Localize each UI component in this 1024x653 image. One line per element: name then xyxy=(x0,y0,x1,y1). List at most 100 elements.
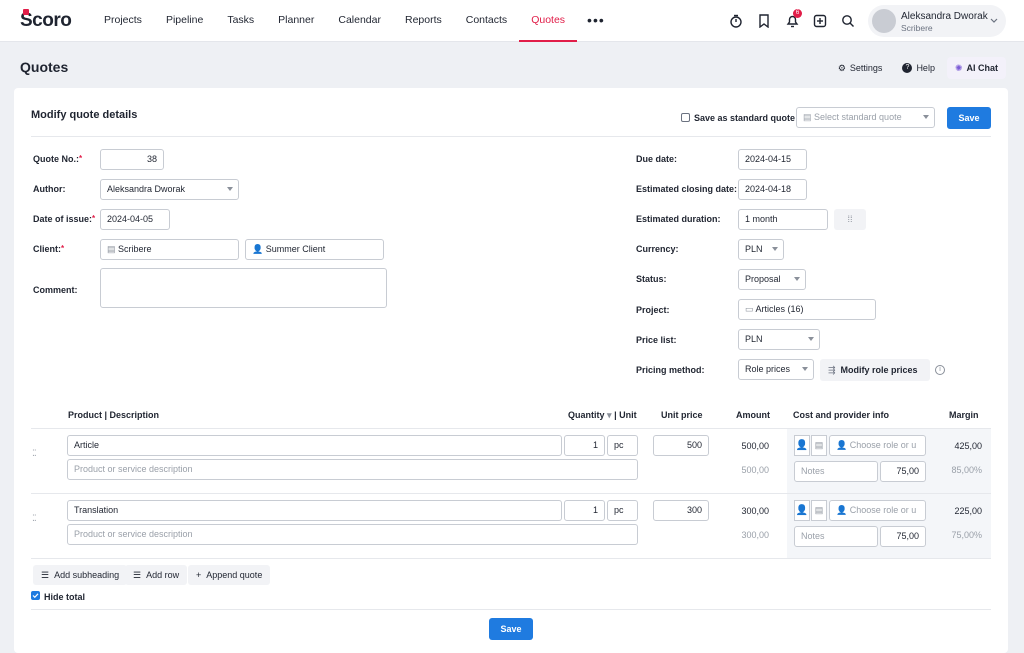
client-input[interactable]: ▤ Scribere xyxy=(100,239,239,260)
role-input[interactable]: 👤 Choose role or u xyxy=(829,435,926,456)
top-icons: 6 xyxy=(722,9,862,30)
top-bar: Scoro Projects Pipeline Tasks Planner Ca… xyxy=(0,0,1024,42)
bookmark-icon[interactable] xyxy=(750,12,778,30)
author-select[interactable]: Aleksandra Dworak xyxy=(100,179,239,200)
subheading-icon: ☰ xyxy=(41,569,50,580)
bell-icon[interactable]: 6 xyxy=(778,9,806,30)
nav-projects[interactable]: Projects xyxy=(92,0,154,42)
building-toggle-icon[interactable]: ▤ xyxy=(811,435,827,456)
row-divider xyxy=(31,493,991,494)
save-button-top[interactable]: Save xyxy=(947,107,991,129)
save-button-bottom[interactable]: Save xyxy=(489,618,533,640)
add-subheading-button[interactable]: ☰ Add subheading xyxy=(33,565,128,585)
notes-input[interactable]: Notes xyxy=(794,461,878,482)
plus-icon: + xyxy=(196,570,202,580)
currency-select[interactable]: PLN xyxy=(738,239,784,260)
ai-icon: ✺ xyxy=(954,62,963,73)
product-input[interactable]: Article xyxy=(67,435,562,456)
standard-quote-select[interactable]: ▤ Select standard quote xyxy=(796,107,935,128)
gear-icon: ⚙ xyxy=(837,62,846,73)
more-icon[interactable]: ••• xyxy=(577,0,615,42)
nav-contacts[interactable]: Contacts xyxy=(454,0,519,42)
margin-value: 425,00 xyxy=(954,441,982,451)
nav-reports[interactable]: Reports xyxy=(393,0,454,42)
margin-percent: 85,00% xyxy=(951,465,982,475)
closing-date-input[interactable]: 2024-04-18 xyxy=(738,179,807,200)
settings-label: Settings xyxy=(849,63,883,73)
add-icon[interactable] xyxy=(806,12,834,30)
modify-role-prices-button[interactable]: ⇶ Modify role prices xyxy=(820,359,930,381)
person-toggle-icon[interactable]: 👤 xyxy=(794,500,810,521)
divider xyxy=(31,136,991,137)
quantity-input[interactable]: 1 xyxy=(564,500,605,521)
scoro-logo[interactable]: Scoro xyxy=(20,9,72,32)
quote-form-card: Modify quote details Save as standard qu… xyxy=(14,88,1008,653)
duration-input[interactable]: 1 month xyxy=(738,209,828,230)
building-toggle-icon[interactable]: ▤ xyxy=(811,500,827,521)
save-as-standard-checkbox[interactable] xyxy=(681,113,690,122)
person-icon: 👤 xyxy=(252,244,264,254)
help-button[interactable]: ? Help xyxy=(894,57,943,79)
description-input[interactable]: Product or service description xyxy=(67,459,638,480)
due-date-input[interactable]: 2024-04-15 xyxy=(738,149,807,170)
sliders-icon: ⇶ xyxy=(828,364,836,375)
timer-icon[interactable] xyxy=(722,12,750,30)
status-select[interactable]: Proposal xyxy=(738,269,806,290)
user-menu[interactable]: Aleksandra Dworak Scribere xyxy=(868,5,1006,37)
comment-label: Comment: xyxy=(33,285,78,295)
notes-input[interactable]: Notes xyxy=(794,526,878,547)
cost-input[interactable]: 75,00 xyxy=(880,526,926,547)
add-row-button[interactable]: ☰ Add row xyxy=(125,565,188,585)
person-icon: 👤 xyxy=(836,505,848,515)
person-toggle-icon[interactable]: 👤 xyxy=(794,435,810,456)
help-icon: ? xyxy=(902,63,913,73)
rows-icon: ☰ xyxy=(133,569,142,580)
amount-secondary: 500,00 xyxy=(741,465,769,475)
quantity-header[interactable]: Quantity ▾ | Unit xyxy=(568,410,637,421)
price-list-select[interactable]: PLN xyxy=(738,329,820,350)
append-quote-button[interactable]: + Append quote xyxy=(188,565,271,585)
ai-chat-button[interactable]: ✺ AI Chat xyxy=(946,57,1006,79)
footer-divider xyxy=(31,609,991,610)
description-input[interactable]: Product or service description xyxy=(67,524,638,545)
contact-input[interactable]: 👤 Summer Client xyxy=(245,239,384,260)
duration-unit-icon[interactable]: ⁞⁞ xyxy=(834,209,866,230)
building-icon: ▤ xyxy=(107,244,119,254)
product-input[interactable]: Translation xyxy=(67,500,562,521)
unit-price-header: Unit price xyxy=(661,410,703,420)
save-as-standard-label: Save as standard quote xyxy=(694,113,796,123)
unit-input[interactable]: pc xyxy=(607,435,638,456)
unit-price-input[interactable]: 500 xyxy=(653,435,709,456)
project-input[interactable]: ▭ Articles (16) xyxy=(738,299,876,320)
nav-planner[interactable]: Planner xyxy=(266,0,326,42)
nav-tasks[interactable]: Tasks xyxy=(215,0,266,42)
avatar xyxy=(872,9,896,33)
closing-date-label: Estimated closing date: xyxy=(636,184,738,194)
comment-textarea[interactable] xyxy=(100,268,387,308)
info-icon[interactable]: i xyxy=(935,365,945,375)
amount-value: 300,00 xyxy=(741,506,769,516)
nav-quotes[interactable]: Quotes xyxy=(519,0,578,42)
hide-total-checkbox[interactable] xyxy=(31,591,40,600)
unit-price-input[interactable]: 300 xyxy=(653,500,709,521)
drag-handle-icon[interactable]: ⁚⁚ xyxy=(32,513,37,524)
role-input[interactable]: 👤 Choose role or u xyxy=(829,500,926,521)
drag-handle-icon[interactable]: ⁚⁚ xyxy=(32,448,37,459)
duration-label: Estimated duration: xyxy=(636,214,721,224)
settings-button[interactable]: ⚙ Settings xyxy=(830,57,891,79)
quantity-input[interactable]: 1 xyxy=(564,435,605,456)
quote-no-input[interactable]: 38 xyxy=(100,149,164,170)
search-icon[interactable] xyxy=(834,12,862,30)
date-of-issue-input[interactable]: 2024-04-05 xyxy=(100,209,170,230)
pricing-method-select[interactable]: Role prices xyxy=(738,359,814,380)
sort-icon: ▾ xyxy=(607,410,612,420)
product-header: Product | Description xyxy=(68,410,160,420)
cost-input[interactable]: 75,00 xyxy=(880,461,926,482)
cost-header: Cost and provider info xyxy=(793,410,890,420)
quote-no-label: Quote No.:* xyxy=(33,154,83,164)
unit-input[interactable]: pc xyxy=(607,500,638,521)
nav-calendar[interactable]: Calendar xyxy=(326,0,393,42)
nav-pipeline[interactable]: Pipeline xyxy=(154,0,215,42)
amount-value: 500,00 xyxy=(741,441,769,451)
person-icon: 👤 xyxy=(836,440,848,450)
